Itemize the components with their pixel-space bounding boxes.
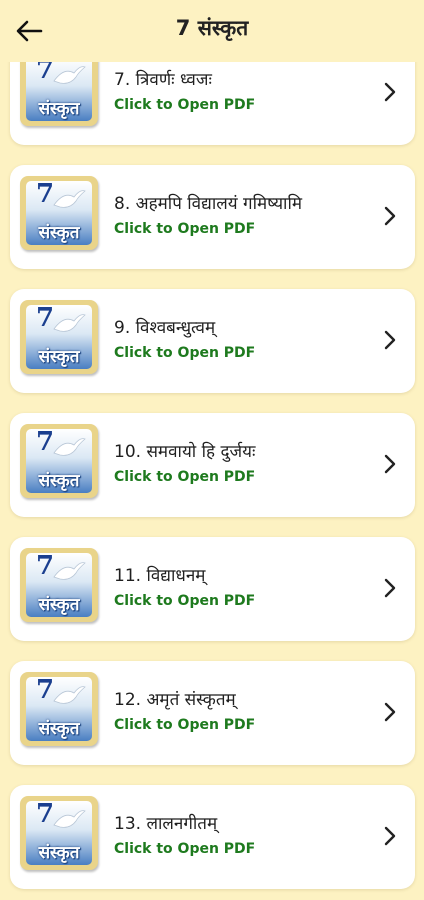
bird-icon (53, 810, 86, 828)
thumbnail-word: संस्कृत (38, 223, 80, 243)
book-cover-icon: 7 संस्कृत (20, 52, 98, 126)
chevron-right-icon (384, 826, 396, 846)
chevron-right-icon (384, 330, 396, 350)
book-cover-icon: 7 संस्कृत (20, 176, 98, 250)
chevron-right-icon (384, 578, 396, 598)
book-cover-icon: 7 संस्कृत (20, 300, 98, 374)
open-pdf-link[interactable]: Click to Open PDF (114, 841, 255, 857)
open-pdf-link[interactable]: Click to Open PDF (114, 469, 255, 485)
list-item-chapter-12[interactable]: 7 संस्कृत 12. अमृतं संस्कृतम् Click to O… (10, 661, 415, 765)
bird-icon (53, 438, 86, 456)
book-cover-icon: 7 संस्कृत (20, 548, 98, 622)
open-pdf-link[interactable]: Click to Open PDF (114, 97, 255, 113)
list-item-chapter-10[interactable]: 7 संस्कृत 10. समवायो हि दुर्जयः Click to… (10, 413, 415, 517)
app-bar: 7 संस्कृत (0, 0, 424, 62)
open-pdf-link[interactable]: Click to Open PDF (114, 345, 255, 361)
bird-icon (53, 66, 86, 84)
list-item-chapter-9[interactable]: 7 संस्कृत 9. विश्वबन्धुत्वम् Click to Op… (10, 289, 415, 393)
chapter-title: 9. विश्वबन्धुत्वम् (114, 318, 216, 338)
bird-icon (53, 562, 86, 580)
list-item-chapter-11[interactable]: 7 संस्कृत 11. विद्याधनम् Click to Open P… (10, 537, 415, 641)
chapter-title: 13. लालनगीतम् (114, 814, 218, 834)
thumbnail-word: संस्कृत (38, 471, 80, 491)
open-pdf-link[interactable]: Click to Open PDF (114, 717, 255, 733)
open-pdf-link[interactable]: Click to Open PDF (114, 593, 255, 609)
chapter-title: 11. विद्याधनम् (114, 566, 206, 586)
bird-icon (53, 314, 86, 332)
thumbnail-word: संस्कृत (38, 347, 80, 367)
chapter-title: 10. समवायो हि दुर्जयः (114, 442, 256, 462)
thumbnail-word: संस्कृत (38, 595, 80, 615)
page-title: 7 संस्कृत (175, 16, 249, 40)
chapter-title: 12. अमृतं संस्कृतम् (114, 690, 236, 710)
open-pdf-link[interactable]: Click to Open PDF (114, 221, 255, 237)
book-cover-icon: 7 संस्कृत (20, 796, 98, 870)
list-item-chapter-8[interactable]: 7 संस्कृत 8. अहमपि विद्यालयं गमिष्यामि C… (10, 165, 415, 269)
book-cover-icon: 7 संस्कृत (20, 424, 98, 498)
book-cover-icon: 7 संस्कृत (20, 672, 98, 746)
thumbnail-word: संस्कृत (38, 719, 80, 739)
chapter-title: 7. त्रिवर्णः ध्वजः (114, 70, 212, 90)
chevron-right-icon (384, 454, 396, 474)
bird-icon (53, 190, 86, 208)
bird-icon (53, 686, 86, 704)
thumbnail-word: संस्कृत (38, 99, 80, 119)
thumbnail-word: संस्कृत (38, 843, 80, 863)
chevron-right-icon (384, 82, 396, 102)
chevron-right-icon (384, 702, 396, 722)
list-item-chapter-13[interactable]: 7 संस्कृत 13. लालनगीतम् Click to Open PD… (10, 785, 415, 889)
chapter-title: 8. अहमपि विद्यालयं गमिष्यामि (114, 194, 303, 214)
chevron-right-icon (384, 206, 396, 226)
